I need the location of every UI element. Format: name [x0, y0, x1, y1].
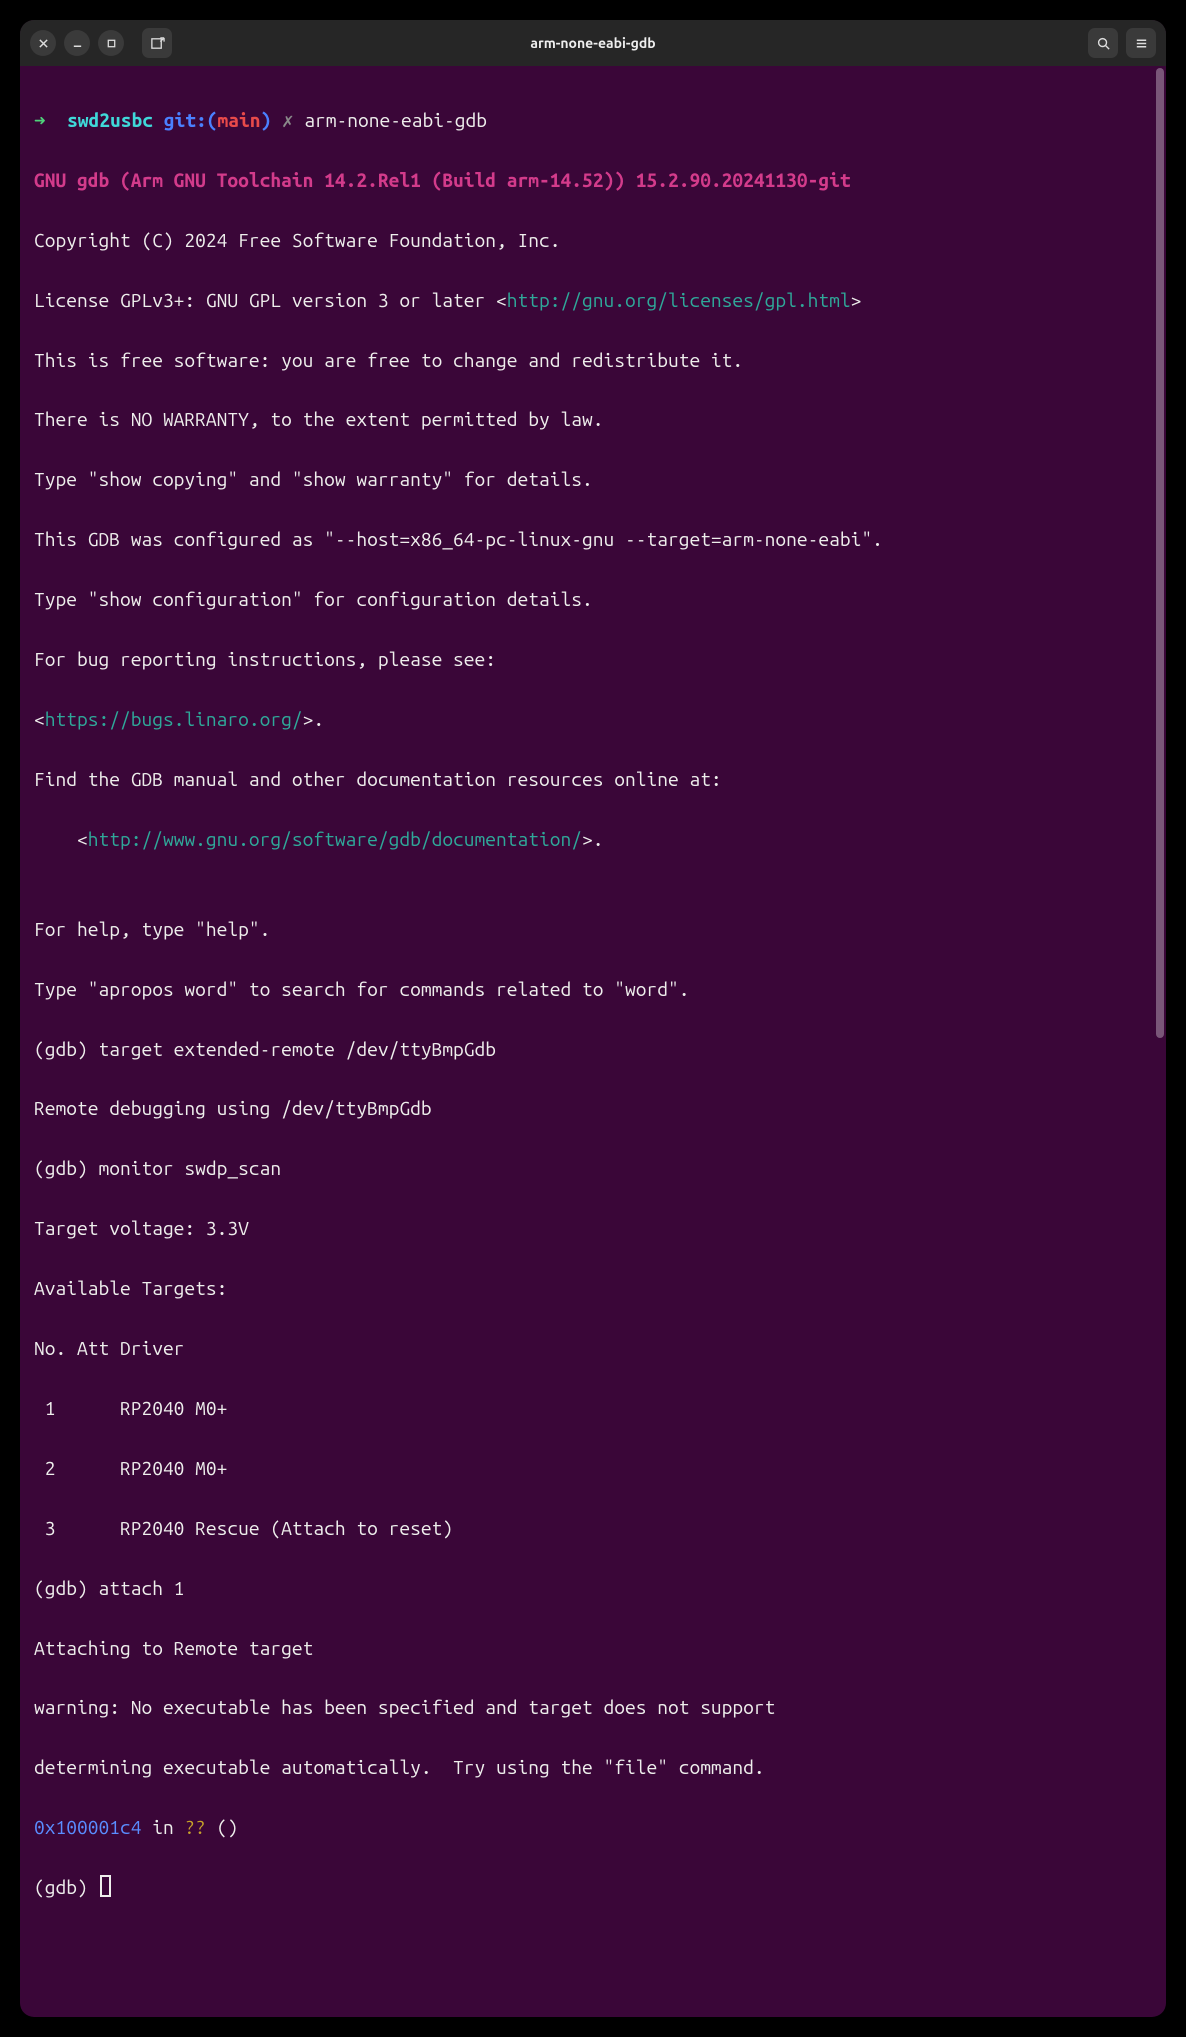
- prompt-line: ➜ swd2usbc git:(main) ✗ arm-none-eabi-gd…: [34, 106, 1152, 136]
- license-line: License GPLv3+: GNU GPL version 3 or lat…: [34, 286, 1152, 316]
- minimize-icon: [72, 38, 83, 49]
- target-row-2: 2 RP2040 M0+: [34, 1454, 1152, 1484]
- manual-url-line: <http://www.gnu.org/software/gdb/documen…: [34, 825, 1152, 855]
- maximize-icon: [106, 38, 117, 49]
- free-software-2: There is NO WARRANTY, to the extent perm…: [34, 405, 1152, 435]
- terminal-window: arm-none-eabi-gdb ➜ swd2usbc git:(main) …: [20, 20, 1166, 2017]
- titlebar[interactable]: arm-none-eabi-gdb: [20, 20, 1166, 66]
- close-icon: [38, 38, 49, 49]
- gdb-banner: GNU gdb (Arm GNU Toolchain 14.2.Rel1 (Bu…: [34, 166, 1152, 196]
- available-targets-line: Available Targets:: [34, 1274, 1152, 1304]
- maximize-button[interactable]: [98, 30, 124, 56]
- hamburger-icon: [1134, 36, 1149, 51]
- git-prefix: git:(: [164, 109, 218, 131]
- bug-url-line: <https://bugs.linaro.org/>.: [34, 705, 1152, 735]
- target-voltage-line: Target voltage: 3.3V: [34, 1214, 1152, 1244]
- manual-url[interactable]: http://www.gnu.org/software/gdb/document…: [88, 828, 582, 850]
- terminal-content[interactable]: ➜ swd2usbc git:(main) ✗ arm-none-eabi-gd…: [20, 66, 1166, 2017]
- git-suffix: ): [261, 109, 272, 131]
- menu-button[interactable]: [1126, 28, 1156, 58]
- minimize-button[interactable]: [64, 30, 90, 56]
- close-button[interactable]: [30, 30, 56, 56]
- free-software-1: This is free software: you are free to c…: [34, 346, 1152, 376]
- bug-report-line: For bug reporting instructions, please s…: [34, 645, 1152, 675]
- target-row-1: 1 RP2040 M0+: [34, 1394, 1152, 1424]
- cursor: [100, 1875, 111, 1897]
- typed-command: arm-none-eabi-gdb: [304, 109, 487, 131]
- new-tab-button[interactable]: [142, 28, 172, 58]
- search-icon: [1096, 36, 1111, 51]
- targets-header: No. Att Driver: [34, 1334, 1152, 1364]
- titlebar-right-controls: [1088, 28, 1156, 58]
- unknown-fn: ??: [184, 1816, 206, 1838]
- prompt-arrow: ➜: [34, 109, 46, 131]
- configured-line: This GDB was configured as "--host=x86_6…: [34, 525, 1152, 555]
- address-line: 0x100001c4 in ?? (): [34, 1813, 1152, 1843]
- gdb-prompt-line[interactable]: (gdb): [34, 1873, 1152, 1903]
- warning-line-2: determining executable automatically. Tr…: [34, 1753, 1152, 1783]
- warning-line-1: warning: No executable has been specifie…: [34, 1693, 1152, 1723]
- show-configuration-line: Type "show configuration" for configurat…: [34, 585, 1152, 615]
- apropos-line: Type "apropos word" to search for comman…: [34, 975, 1152, 1005]
- titlebar-left-controls: [30, 28, 172, 58]
- gdb-cmd-target: (gdb) target extended-remote /dev/ttyBmp…: [34, 1035, 1152, 1065]
- help-line: For help, type "help".: [34, 915, 1152, 945]
- manual-line: Find the GDB manual and other documentat…: [34, 765, 1152, 795]
- copyright-line: Copyright (C) 2024 Free Software Foundat…: [34, 226, 1152, 256]
- new-tab-icon: [150, 36, 165, 51]
- gdb-prompt: (gdb): [34, 1876, 98, 1898]
- license-url[interactable]: http://gnu.org/licenses/gpl.html: [507, 289, 851, 311]
- git-branch: main: [218, 109, 261, 131]
- prompt-x: ✗: [282, 109, 294, 131]
- show-copying-line: Type "show copying" and "show warranty" …: [34, 465, 1152, 495]
- attaching-line: Attaching to Remote target: [34, 1634, 1152, 1664]
- scrollbar-thumb[interactable]: [1156, 68, 1164, 1038]
- target-row-3: 3 RP2040 Rescue (Attach to reset): [34, 1514, 1152, 1544]
- bugs-url[interactable]: https://bugs.linaro.org/: [45, 708, 303, 730]
- window-title: arm-none-eabi-gdb: [20, 35, 1166, 51]
- prompt-dir: swd2usbc: [67, 109, 153, 131]
- gdb-cmd-attach: (gdb) attach 1: [34, 1574, 1152, 1604]
- pc-address: 0x100001c4: [34, 1816, 141, 1838]
- gdb-cmd-monitor: (gdb) monitor swdp_scan: [34, 1154, 1152, 1184]
- remote-debug-line: Remote debugging using /dev/ttyBmpGdb: [34, 1094, 1152, 1124]
- scrollbar[interactable]: [1154, 66, 1164, 2017]
- search-button[interactable]: [1088, 28, 1118, 58]
